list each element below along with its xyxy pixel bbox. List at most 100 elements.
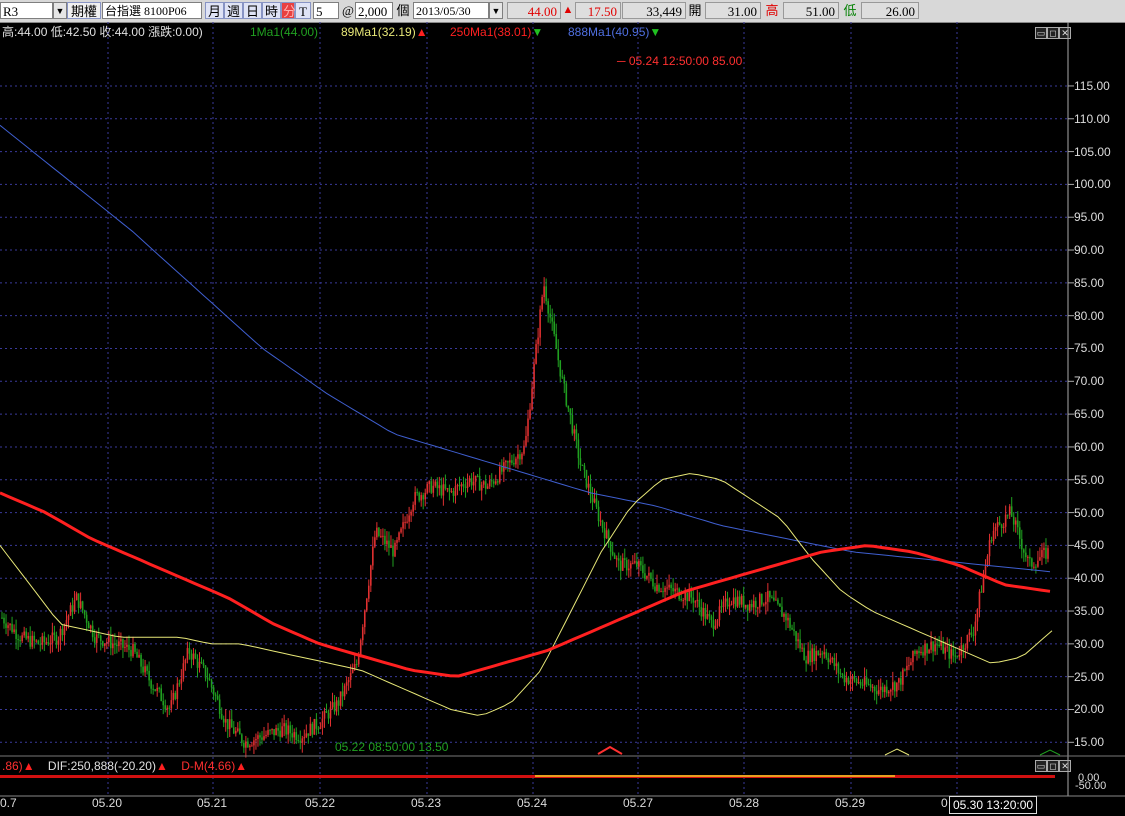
candle-body — [627, 568, 630, 571]
date-dropdown-button[interactable]: ▼ — [489, 2, 503, 19]
candle-body — [323, 710, 326, 719]
candle-body — [865, 677, 868, 684]
candle-body — [944, 647, 946, 654]
candle-body — [374, 537, 376, 547]
count-field[interactable]: 2,000 — [355, 2, 393, 19]
candle-body — [577, 439, 580, 459]
indicator-axis-bottom: -50.00 — [1075, 780, 1107, 792]
period-tick-button[interactable]: T — [295, 2, 311, 19]
date-field[interactable]: 2013/05/30 — [413, 2, 489, 19]
candle-body — [990, 540, 993, 542]
candle-body — [571, 414, 574, 434]
candle-body — [765, 601, 767, 605]
symbol-code-field[interactable]: R3 — [0, 2, 53, 19]
ma250-line — [0, 491, 1051, 678]
period-hour-button[interactable]: 時 — [262, 2, 281, 19]
candle-body — [817, 650, 820, 656]
candle-body — [118, 641, 120, 647]
candle-body — [617, 558, 620, 561]
candle-body — [706, 613, 709, 619]
candle-body — [410, 511, 412, 516]
candle-body — [877, 690, 880, 695]
candle-body — [412, 504, 414, 512]
candle-body — [716, 620, 719, 626]
candle-body — [128, 644, 130, 650]
candle-body — [801, 647, 803, 649]
candle-body — [45, 642, 48, 644]
candle-body — [110, 636, 112, 649]
toolbar: R3 ▼ 期權 台指選 8100P06 月 週 日 時 分 T 5 @ 2,00… — [0, 0, 1125, 23]
candle-body — [404, 521, 406, 523]
candle-body — [245, 741, 247, 748]
candle-body — [833, 657, 836, 667]
candle-body — [996, 522, 999, 528]
candle-body — [488, 480, 491, 487]
candle-body — [871, 686, 874, 688]
candle-body — [325, 710, 328, 713]
period-minute-button[interactable]: 分 — [281, 2, 296, 19]
candle-body — [992, 530, 995, 542]
candle-body — [428, 481, 431, 484]
y-tick-label: 25.00 — [1074, 669, 1105, 684]
candle-body — [13, 629, 15, 633]
candle-body — [15, 629, 17, 639]
interval-field[interactable]: 5 — [313, 2, 339, 19]
candle-body — [301, 738, 304, 743]
product-field[interactable]: 台指選 8100P06 — [102, 2, 202, 19]
candle-body — [9, 623, 11, 626]
symbol-dropdown-button[interactable]: ▼ — [53, 2, 67, 19]
candle-body — [230, 719, 233, 728]
candle-body — [523, 445, 525, 454]
candle-body — [253, 740, 255, 746]
candle-body — [414, 492, 416, 505]
candle-body — [781, 606, 783, 617]
candle-body — [146, 666, 148, 671]
candle-body — [730, 603, 733, 605]
candle-body — [61, 628, 64, 636]
candle-body — [1008, 506, 1011, 515]
candle-body — [114, 643, 116, 645]
x-tick-label: 05.24 — [517, 796, 548, 810]
candle-body — [228, 719, 231, 730]
period-day-button[interactable]: 日 — [243, 2, 262, 19]
indicator-bar-highlight — [535, 775, 895, 777]
candle-body — [674, 588, 676, 592]
candle-body — [533, 363, 535, 389]
candle-body — [841, 673, 844, 675]
candle-body — [986, 556, 989, 567]
y-tick-label: 35.00 — [1074, 604, 1105, 619]
candle-body — [579, 458, 582, 465]
candle-body — [599, 520, 602, 522]
candle-body — [21, 635, 23, 642]
candle-body — [1, 617, 3, 619]
candle-body — [988, 540, 991, 557]
candle-body — [454, 486, 457, 496]
candle-body — [396, 540, 398, 543]
candle-body — [11, 623, 13, 633]
candle-body — [702, 608, 705, 617]
period-month-button[interactable]: 月 — [205, 2, 224, 19]
candle-body — [380, 535, 382, 537]
market-button[interactable]: 期權 — [67, 2, 101, 19]
candle-body — [158, 687, 160, 689]
candle-body — [547, 301, 549, 314]
y-tick-label: 55.00 — [1074, 472, 1105, 487]
candle-body — [424, 492, 427, 500]
candle-body — [1037, 560, 1039, 567]
candle-body — [418, 492, 420, 501]
candle-body — [69, 605, 72, 616]
period-week-button[interactable]: 週 — [224, 2, 243, 19]
indicator-legend: .86)▲ DIF:250,888(-20.20)▲ D-M(4.66)▲ — [2, 758, 247, 774]
candle-body — [355, 664, 358, 666]
candle-body — [837, 663, 840, 673]
candle-body — [1041, 550, 1043, 558]
candle-body — [908, 665, 910, 667]
candle-body — [59, 628, 62, 641]
candle-body — [904, 669, 906, 671]
candle-body — [763, 604, 765, 606]
candle-body — [916, 651, 918, 654]
y-tick-label: 90.00 — [1074, 243, 1105, 258]
candle-body — [724, 598, 727, 602]
price-chart[interactable] — [0, 22, 1125, 816]
candle-group — [1, 277, 1049, 758]
